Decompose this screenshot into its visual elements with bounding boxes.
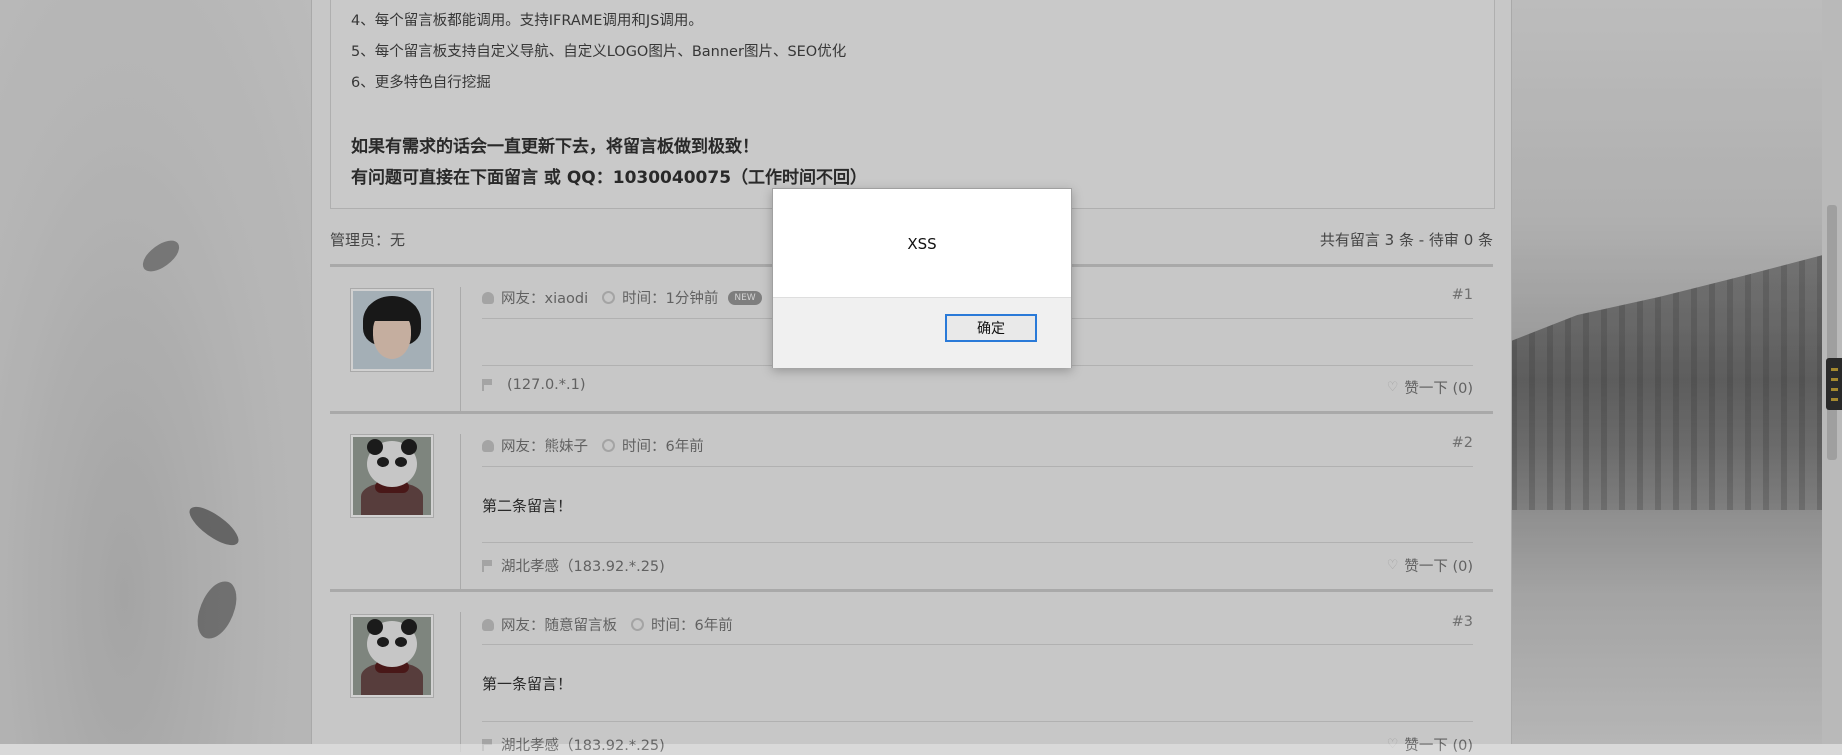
alert-footer: 确定 <box>773 297 1071 368</box>
alert-dialog: XSS 确定 <box>772 188 1072 368</box>
alert-body: XSS <box>773 189 1071 297</box>
ok-button[interactable]: 确定 <box>945 314 1037 342</box>
alert-message: XSS <box>907 235 937 253</box>
modal-overlay <box>0 0 1842 744</box>
